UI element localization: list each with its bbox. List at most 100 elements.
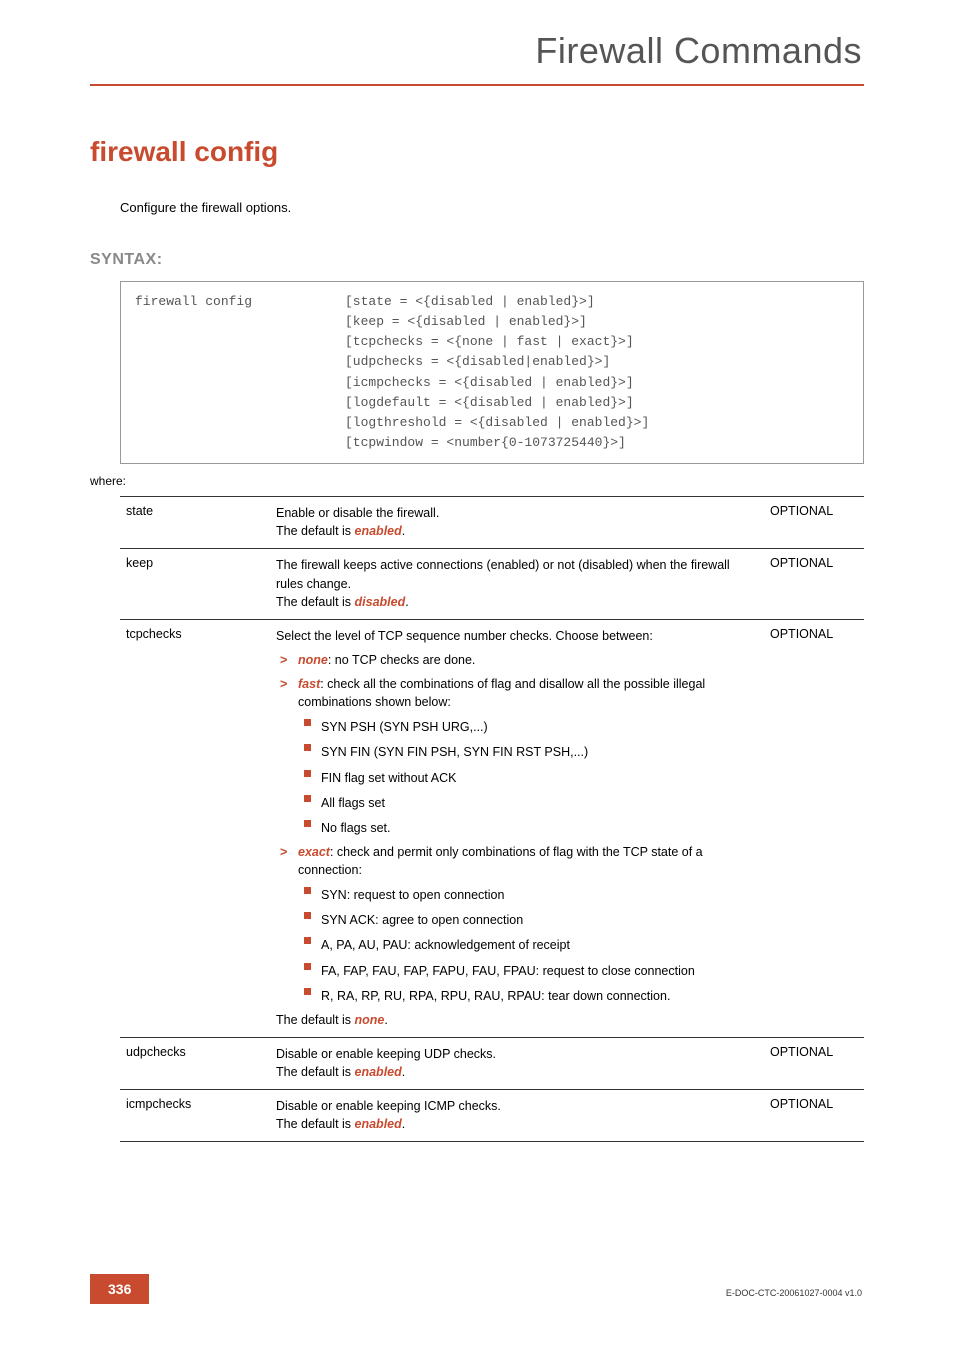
list-item: > exact: check and permit only combinati… bbox=[276, 843, 758, 879]
syntax-line: [logdefault = <{disabled | enabled}>] bbox=[345, 393, 649, 413]
table-row: icmpchecks Disable or enable keeping ICM… bbox=[120, 1090, 864, 1142]
param-req: OPTIONAL bbox=[764, 619, 864, 1037]
param-name: udpchecks bbox=[120, 1037, 270, 1089]
param-desc-text: Enable or disable the firewall. bbox=[276, 506, 439, 520]
default-suffix: . bbox=[405, 595, 408, 609]
square-bullet-icon bbox=[304, 795, 311, 802]
page-subtitle: Configure the firewall options. bbox=[120, 200, 954, 215]
sub-list-item: No flags set. bbox=[276, 819, 758, 837]
default-value: none bbox=[355, 1013, 385, 1027]
bullet-text: A, PA, AU, PAU: acknowledgement of recei… bbox=[321, 936, 758, 954]
square-bullet-icon bbox=[304, 937, 311, 944]
default-prefix: The default is bbox=[276, 595, 355, 609]
syntax-line: [state = <{disabled | enabled}>] bbox=[345, 292, 649, 312]
sub-list-item: A, PA, AU, PAU: acknowledgement of recei… bbox=[276, 936, 758, 954]
param-name: keep bbox=[120, 549, 270, 619]
default-suffix: . bbox=[402, 524, 405, 538]
bullet-text: SYN: request to open connection bbox=[321, 886, 758, 904]
table-row: tcpchecks Select the level of TCP sequen… bbox=[120, 619, 864, 1037]
list-item: > none: no TCP checks are done. bbox=[276, 651, 758, 669]
default-value: enabled bbox=[355, 1065, 402, 1079]
syntax-line: [icmpchecks = <{disabled | enabled}>] bbox=[345, 373, 649, 393]
square-bullet-icon bbox=[304, 770, 311, 777]
param-desc: Disable or enable keeping ICMP checks. T… bbox=[270, 1090, 764, 1142]
param-name: state bbox=[120, 497, 270, 549]
option-term: fast bbox=[298, 677, 320, 691]
syntax-line: [logthreshold = <{disabled | enabled}>] bbox=[345, 413, 649, 433]
sub-list-item: SYN PSH (SYN PSH URG,...) bbox=[276, 718, 758, 736]
option-term: exact bbox=[298, 845, 330, 859]
square-bullet-icon bbox=[304, 963, 311, 970]
chevron-icon: > bbox=[280, 675, 298, 711]
sub-list-item: SYN FIN (SYN FIN PSH, SYN FIN RST PSH,..… bbox=[276, 743, 758, 761]
syntax-label: SYNTAX: bbox=[90, 251, 954, 269]
syntax-command: firewall config bbox=[135, 292, 345, 453]
default-suffix: . bbox=[402, 1117, 405, 1131]
page-title: firewall config bbox=[90, 136, 954, 168]
param-desc: Select the level of TCP sequence number … bbox=[270, 619, 764, 1037]
default-prefix: The default is bbox=[276, 1117, 355, 1131]
square-bullet-icon bbox=[304, 744, 311, 751]
default-prefix: The default is bbox=[276, 1013, 355, 1027]
param-desc: Disable or enable keeping UDP checks. Th… bbox=[270, 1037, 764, 1089]
default-suffix: . bbox=[384, 1013, 387, 1027]
default-value: enabled bbox=[355, 524, 402, 538]
param-desc-text: The firewall keeps active connections (e… bbox=[276, 558, 730, 590]
default-suffix: . bbox=[402, 1065, 405, 1079]
square-bullet-icon bbox=[304, 912, 311, 919]
param-req: OPTIONAL bbox=[764, 497, 864, 549]
param-desc-text: Disable or enable keeping ICMP checks. bbox=[276, 1099, 501, 1113]
syntax-line: [udpchecks = <{disabled|enabled}>] bbox=[345, 352, 649, 372]
sub-list-item: SYN ACK: agree to open connection bbox=[276, 911, 758, 929]
option-text: : no TCP checks are done. bbox=[328, 653, 476, 667]
param-desc: Enable or disable the firewall. The defa… bbox=[270, 497, 764, 549]
default-value: enabled bbox=[355, 1117, 402, 1131]
bullet-text: SYN PSH (SYN PSH URG,...) bbox=[321, 718, 758, 736]
param-req: OPTIONAL bbox=[764, 549, 864, 619]
sub-list-item: All flags set bbox=[276, 794, 758, 812]
param-name: icmpchecks bbox=[120, 1090, 270, 1142]
param-desc-text: Disable or enable keeping UDP checks. bbox=[276, 1047, 496, 1061]
sub-list-item: FA, FAP, FAU, FAP, FAPU, FAU, FPAU: requ… bbox=[276, 962, 758, 980]
page-header: Firewall Commands bbox=[0, 0, 954, 72]
table-row: keep The firewall keeps active connectio… bbox=[120, 549, 864, 619]
bullet-text: All flags set bbox=[321, 794, 758, 812]
param-req: OPTIONAL bbox=[764, 1037, 864, 1089]
syntax-args: [state = <{disabled | enabled}>] [keep =… bbox=[345, 292, 649, 453]
bullet-text: SYN ACK: agree to open connection bbox=[321, 911, 758, 929]
header-rule bbox=[90, 84, 864, 86]
param-req: OPTIONAL bbox=[764, 1090, 864, 1142]
syntax-box: firewall config [state = <{disabled | en… bbox=[120, 281, 864, 464]
param-desc-text: Select the level of TCP sequence number … bbox=[276, 629, 653, 643]
option-text: : check and permit only combinations of … bbox=[298, 845, 703, 877]
param-desc: The firewall keeps active connections (e… bbox=[270, 549, 764, 619]
default-prefix: The default is bbox=[276, 1065, 355, 1079]
bullet-text: SYN FIN (SYN FIN PSH, SYN FIN RST PSH,..… bbox=[321, 743, 758, 761]
where-label: where: bbox=[90, 474, 954, 488]
square-bullet-icon bbox=[304, 820, 311, 827]
syntax-line: [tcpchecks = <{none | fast | exact}>] bbox=[345, 332, 649, 352]
bullet-text: FIN flag set without ACK bbox=[321, 769, 758, 787]
table-row: state Enable or disable the firewall. Th… bbox=[120, 497, 864, 549]
bullet-text: FA, FAP, FAU, FAP, FAPU, FAU, FPAU: requ… bbox=[321, 962, 758, 980]
sub-list-item: FIN flag set without ACK bbox=[276, 769, 758, 787]
bullet-text: No flags set. bbox=[321, 819, 758, 837]
sub-list-item: SYN: request to open connection bbox=[276, 886, 758, 904]
square-bullet-icon bbox=[304, 719, 311, 726]
page-number: 336 bbox=[90, 1274, 149, 1304]
param-name: tcpchecks bbox=[120, 619, 270, 1037]
syntax-line: [tcpwindow = <number{0-1073725440}>] bbox=[345, 433, 649, 453]
square-bullet-icon bbox=[304, 988, 311, 995]
table-row: udpchecks Disable or enable keeping UDP … bbox=[120, 1037, 864, 1089]
sub-list-item: R, RA, RP, RU, RPA, RPU, RAU, RPAU: tear… bbox=[276, 987, 758, 1005]
param-table: state Enable or disable the firewall. Th… bbox=[120, 496, 864, 1142]
chevron-icon: > bbox=[280, 651, 298, 669]
option-term: none bbox=[298, 653, 328, 667]
chevron-icon: > bbox=[280, 843, 298, 879]
list-item: > fast: check all the combinations of fl… bbox=[276, 675, 758, 711]
option-text: : check all the combinations of flag and… bbox=[298, 677, 705, 709]
default-value: disabled bbox=[355, 595, 406, 609]
syntax-line: [keep = <{disabled | enabled}>] bbox=[345, 312, 649, 332]
document-id: E-DOC-CTC-20061027-0004 v1.0 bbox=[726, 1288, 862, 1298]
default-prefix: The default is bbox=[276, 524, 355, 538]
